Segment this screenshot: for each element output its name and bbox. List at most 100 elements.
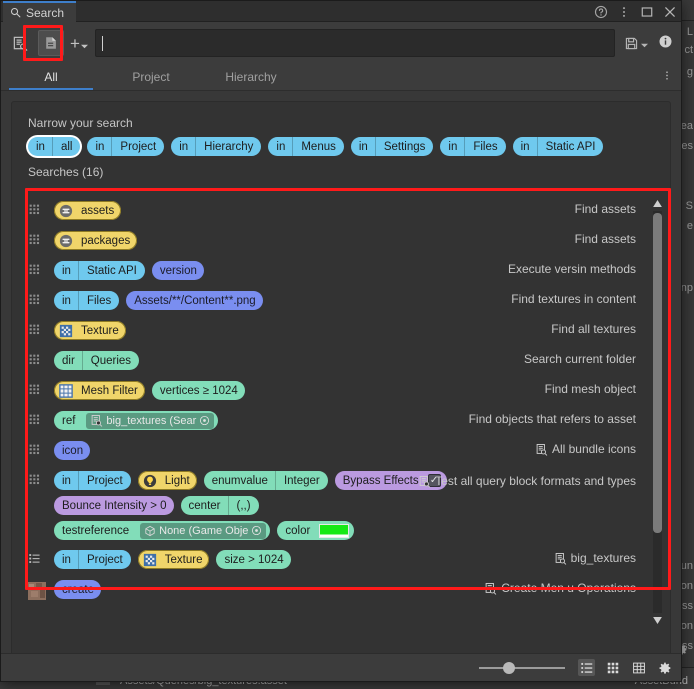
chip-in-hierarchy[interactable]: in Hierarchy [171, 137, 262, 156]
search-input-wrapper[interactable] [94, 29, 615, 57]
search-result-row[interactable]: in Static API version Execute versin method… [12, 256, 670, 286]
block-key: Mesh Filter [81, 384, 138, 397]
query-block[interactable]: Light [137, 471, 197, 490]
query-block[interactable]: packages [54, 231, 138, 250]
results-scrollbar[interactable] [651, 198, 664, 626]
tabs-overflow-menu-icon[interactable] [661, 70, 673, 85]
info-icon[interactable] [658, 34, 673, 52]
query-block[interactable]: testreference None (Game Obje [54, 521, 271, 540]
query-block[interactable]: center (,,) [180, 496, 259, 515]
row-description: Find objects that refers to asset [469, 412, 636, 426]
grid-dots-icon[interactable] [28, 261, 54, 276]
row-description: Search current folder [524, 352, 636, 366]
texture-icon [143, 553, 156, 566]
saved-searches-icon[interactable] [7, 30, 33, 56]
tab-search[interactable]: Search [3, 1, 77, 22]
grid-dots-icon[interactable] [28, 441, 54, 456]
grid-dots-icon[interactable] [28, 411, 54, 426]
grid-dots-icon[interactable] [28, 201, 54, 216]
query-block[interactable]: Mesh Filter [54, 381, 145, 400]
row-query-blocks: in Project Light enumvalue Integer Bypass Ef… [54, 471, 454, 540]
chip-in-project[interactable]: in Project [87, 137, 165, 156]
table-view-icon[interactable] [630, 659, 647, 676]
search-input[interactable] [102, 36, 608, 50]
save-query-button[interactable] [624, 36, 648, 51]
chip-in-files[interactable]: in Files [440, 137, 506, 156]
query-block[interactable]: size > 1024 [216, 550, 291, 569]
scroll-down-icon[interactable] [652, 615, 663, 626]
search-result-row[interactable]: in Project Light enumvalue Integer Bypass Ef… [12, 466, 670, 545]
grid-dots-icon[interactable] [28, 381, 54, 396]
search-window: Search + All Project Hierarchy Narrow yo… [0, 0, 682, 682]
query-block[interactable]: ref big_textures (Sear [54, 411, 219, 430]
help-icon[interactable] [594, 5, 608, 19]
maximize-icon[interactable] [640, 5, 654, 19]
search-result-row[interactable]: ref big_textures (Sear Find objects that… [12, 406, 670, 436]
query-block[interactable]: in Static API [54, 261, 145, 280]
object-reference-field[interactable]: big_textures (Sear [86, 412, 215, 429]
query-block[interactable]: Texture [137, 550, 210, 569]
list-icon[interactable] [28, 550, 54, 565]
query-block[interactable]: version [151, 261, 204, 280]
query-block[interactable]: icon [54, 441, 91, 460]
query-block[interactable]: in Files [54, 291, 120, 310]
chip-key: in [448, 140, 458, 153]
gear-icon[interactable] [656, 659, 673, 676]
chip-in-menus[interactable]: in Menus [268, 137, 344, 156]
query-block[interactable]: vertices ≥ 1024 [151, 381, 245, 400]
row-description: big_textures [554, 551, 636, 565]
close-icon[interactable] [663, 5, 677, 19]
chip-in-settings[interactable]: in Settings [350, 137, 434, 156]
grid-dots-icon[interactable] [28, 321, 54, 336]
thumbnail-icon[interactable] [28, 580, 54, 600]
query-block[interactable]: Assets/**/Content**.png [126, 291, 263, 310]
query-block[interactable]: in Project [54, 471, 131, 490]
query-block[interactable]: Bounce Intensity > 0 [54, 496, 174, 515]
query-block[interactable]: assets [54, 201, 122, 220]
tab-hierarchy[interactable]: Hierarchy [201, 64, 301, 90]
query-block[interactable]: enumvalue Integer [203, 471, 328, 490]
chip-in-all[interactable]: in all [28, 137, 81, 156]
slider-knob[interactable] [503, 661, 515, 674]
block-key: color [285, 524, 311, 537]
search-result-row[interactable]: create Create Men u Operations [12, 575, 670, 605]
list-view-icon[interactable] [578, 659, 595, 676]
search-result-row[interactable]: assets Find assets [12, 196, 670, 226]
object-reference-field[interactable]: None (Game Obje [140, 522, 267, 539]
search-result-row[interactable]: Texture Find all textures [12, 316, 670, 346]
scroll-up-icon[interactable] [652, 198, 663, 209]
grid-dots-icon[interactable] [28, 471, 54, 486]
row-query-blocks: Texture [54, 321, 454, 340]
block-key: Assets/**/Content**.png [134, 294, 256, 307]
query-block[interactable]: create [54, 580, 101, 599]
search-result-row[interactable]: in Files Assets/**/Content**.png Find textu… [12, 286, 670, 316]
search-result-row[interactable]: dir Queries Search current folder [12, 346, 670, 376]
target-icon[interactable] [251, 525, 262, 536]
grid-dots-icon[interactable] [28, 291, 54, 306]
kebab-menu-icon[interactable] [617, 5, 631, 19]
query-block[interactable]: color [277, 521, 355, 540]
search-provider-icon[interactable] [38, 30, 64, 56]
add-filter-button[interactable]: + [70, 35, 88, 52]
grid-view-icon[interactable] [604, 659, 621, 676]
chip-in-static-api[interactable]: in Static API [512, 137, 604, 156]
row-description-label: Find assets [574, 232, 636, 246]
tab-project[interactable]: Project [101, 64, 201, 90]
search-result-row[interactable]: packages Find assets [12, 226, 670, 256]
search-results-list[interactable]: assets Find assets packages Find assets in… [12, 196, 670, 660]
grid-dots-icon[interactable] [28, 351, 54, 366]
row-description: Find all textures [551, 322, 636, 336]
query-block[interactable]: in Project [54, 550, 131, 569]
tab-all[interactable]: All [1, 64, 101, 90]
search-result-row[interactable]: icon All bundle icons [12, 436, 670, 466]
query-block[interactable]: Texture [54, 321, 126, 340]
target-icon[interactable] [199, 415, 210, 426]
query-block[interactable]: dir Queries [54, 351, 140, 370]
block-value: Files [86, 294, 112, 307]
item-size-slider[interactable] [479, 661, 565, 675]
search-result-row[interactable]: Mesh Filter vertices ≥ 1024 Find mesh obje… [12, 376, 670, 406]
color-swatch[interactable] [319, 523, 350, 538]
scrollbar-thumb[interactable] [653, 213, 662, 533]
search-result-row[interactable]: in Project Texture size > 1024 big_texture… [12, 545, 670, 575]
grid-dots-icon[interactable] [28, 231, 54, 246]
